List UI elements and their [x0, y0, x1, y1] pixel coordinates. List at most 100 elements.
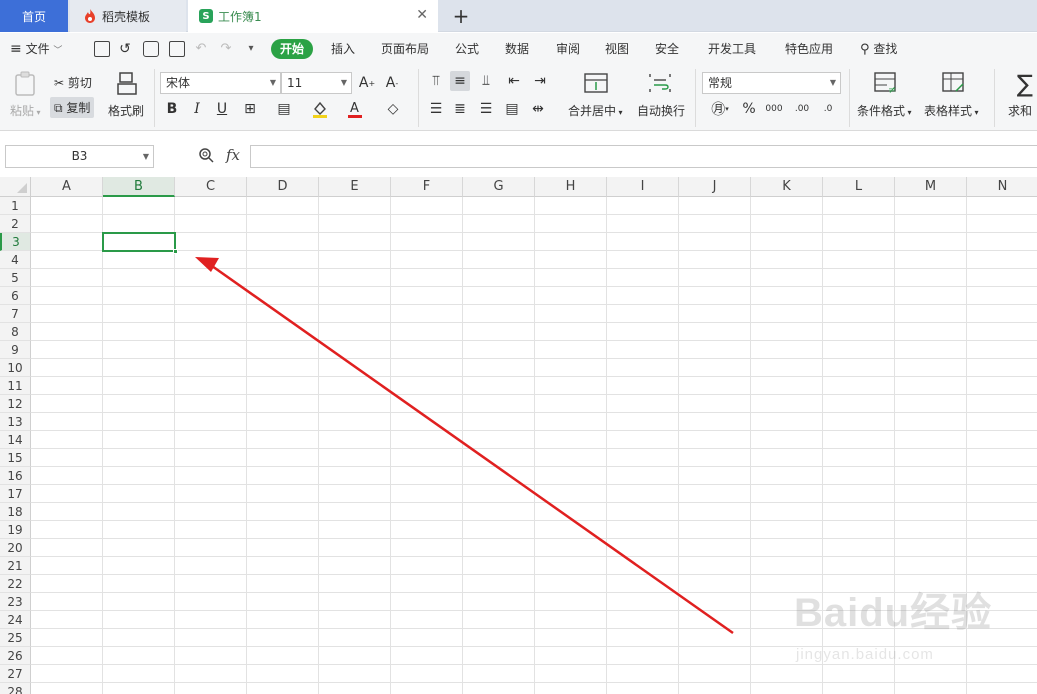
align-middle-icon[interactable]: ≡ — [450, 71, 470, 91]
column-header-g[interactable]: G — [463, 177, 535, 197]
bold-button[interactable]: B — [162, 99, 182, 119]
row-header-1[interactable]: 1 — [0, 197, 31, 215]
format-painter-icon[interactable] — [115, 71, 141, 97]
tab-data[interactable]: 数据 — [505, 39, 529, 59]
tab-workbook[interactable]: S 工作簿1 ✕ — [188, 0, 438, 32]
align-center-icon[interactable]: ≣ — [450, 99, 470, 119]
formula-input[interactable] — [250, 145, 1037, 168]
select-all-corner[interactable] — [0, 177, 31, 197]
name-box[interactable]: B3 ▼ — [5, 145, 154, 168]
border-icon[interactable]: ⊞ — [240, 99, 260, 119]
tab-security[interactable]: 安全 — [655, 39, 679, 59]
align-left-icon[interactable]: ☰ — [426, 99, 446, 119]
align-bottom-icon[interactable]: ⫫ — [476, 71, 496, 91]
underline-button[interactable]: U — [212, 99, 232, 119]
row-header-2[interactable]: 2 — [0, 215, 31, 233]
row-header-6[interactable]: 6 — [0, 287, 31, 305]
column-header-m[interactable]: M — [895, 177, 967, 197]
decrease-decimal-icon[interactable]: .0 — [818, 99, 838, 119]
italic-button[interactable]: I — [187, 99, 207, 119]
increase-indent-icon[interactable]: ⇥ — [530, 71, 550, 91]
conditional-format-icon[interactable]: ≠ — [873, 71, 899, 97]
row-header-4[interactable]: 4 — [0, 251, 31, 269]
table-style-icon[interactable] — [941, 71, 967, 97]
search-button[interactable]: ⚲ 查找 — [860, 39, 897, 59]
row-header-13[interactable]: 13 — [0, 413, 31, 431]
tab-developer[interactable]: 开发工具 — [708, 39, 756, 59]
row-header-14[interactable]: 14 — [0, 431, 31, 449]
column-header-b[interactable]: B — [103, 177, 175, 197]
row-header-3[interactable]: 3 — [0, 233, 31, 251]
row-header-24[interactable]: 24 — [0, 611, 31, 629]
row-header-12[interactable]: 12 — [0, 395, 31, 413]
row-header-25[interactable]: 25 — [0, 629, 31, 647]
column-header-c[interactable]: C — [175, 177, 247, 197]
zoom-icon[interactable] — [198, 147, 214, 167]
row-header-11[interactable]: 11 — [0, 377, 31, 395]
sum-label[interactable]: 求和 — [1008, 102, 1032, 119]
undo-icon-disabled[interactable]: ↶ — [193, 39, 209, 59]
column-header-n[interactable]: N — [967, 177, 1037, 197]
thousands-icon[interactable]: 000 — [764, 99, 784, 119]
decrease-indent-icon[interactable]: ⇤ — [504, 71, 524, 91]
cut-button[interactable]: ✂ 剪切 — [54, 74, 92, 91]
undo-icon[interactable]: ↺ — [116, 39, 134, 59]
decrease-font-icon[interactable]: A- — [382, 73, 402, 93]
font-size-select[interactable]: 11 ▼ — [281, 72, 352, 94]
fill-color-icon[interactable] — [310, 99, 330, 119]
row-header-16[interactable]: 16 — [0, 467, 31, 485]
fill-handle[interactable] — [173, 249, 178, 254]
table-style-button[interactable]: 表格样式 ▾ — [924, 102, 979, 119]
column-header-a[interactable]: A — [31, 177, 103, 197]
column-header-l[interactable]: L — [823, 177, 895, 197]
tab-home[interactable]: 首页 — [0, 0, 68, 32]
tab-special[interactable]: 特色应用 — [785, 39, 833, 59]
redo-icon[interactable]: ↷ — [218, 39, 234, 59]
new-tab-button[interactable]: + — [449, 3, 473, 29]
wrap-text-label[interactable]: 自动换行 — [637, 102, 685, 119]
column-header-d[interactable]: D — [247, 177, 319, 197]
increase-decimal-icon[interactable]: .00 — [792, 99, 812, 119]
tab-formulas[interactable]: 公式 — [455, 39, 479, 59]
print-preview-icon[interactable] — [169, 41, 185, 57]
row-header-28[interactable]: 28 — [0, 683, 31, 694]
row-header-7[interactable]: 7 — [0, 305, 31, 323]
paste-icon[interactable] — [13, 71, 39, 97]
row-header-8[interactable]: 8 — [0, 323, 31, 341]
paste-button[interactable]: 粘贴 ▾ — [10, 102, 41, 119]
active-cell[interactable] — [102, 232, 178, 254]
tab-insert[interactable]: 插入 — [331, 39, 355, 59]
column-header-e[interactable]: E — [319, 177, 391, 197]
row-header-5[interactable]: 5 — [0, 269, 31, 287]
row-header-9[interactable]: 9 — [0, 341, 31, 359]
column-header-k[interactable]: K — [751, 177, 823, 197]
distribute-icon[interactable]: ⇹ — [528, 99, 548, 119]
number-format-select[interactable]: 常规 ▼ — [702, 72, 841, 94]
customize-toolbar-icon[interactable]: ▾ — [244, 39, 258, 59]
row-header-19[interactable]: 19 — [0, 521, 31, 539]
row-header-15[interactable]: 15 — [0, 449, 31, 467]
conditional-format-button[interactable]: 条件格式 ▾ — [857, 102, 912, 119]
row-header-27[interactable]: 27 — [0, 665, 31, 683]
column-header-f[interactable]: F — [391, 177, 463, 197]
file-menu[interactable]: ≡ 文件 ﹀ — [10, 39, 76, 59]
row-header-23[interactable]: 23 — [0, 593, 31, 611]
justify-icon[interactable]: ▤ — [502, 99, 522, 119]
tab-page-layout[interactable]: 页面布局 — [381, 39, 429, 59]
percent-button[interactable]: % — [739, 99, 759, 119]
row-header-21[interactable]: 21 — [0, 557, 31, 575]
tab-view[interactable]: 视图 — [605, 39, 629, 59]
align-top-icon[interactable]: ⫪ — [426, 71, 446, 91]
align-right-icon[interactable]: ☰ — [476, 99, 496, 119]
column-header-i[interactable]: I — [607, 177, 679, 197]
column-header-j[interactable]: J — [679, 177, 751, 197]
tab-template[interactable]: 稻壳模板 — [70, 0, 186, 32]
format-painter-label[interactable]: 格式刷 — [108, 102, 144, 119]
font-color-icon[interactable]: A — [345, 99, 365, 119]
row-header-18[interactable]: 18 — [0, 503, 31, 521]
close-icon[interactable]: ✕ — [416, 8, 428, 22]
font-name-select[interactable]: 宋体 ▼ — [160, 72, 281, 94]
save-icon[interactable] — [94, 41, 110, 57]
sum-icon[interactable]: ∑ — [1013, 69, 1037, 99]
fill-style-icon[interactable]: ▤ — [274, 99, 294, 119]
